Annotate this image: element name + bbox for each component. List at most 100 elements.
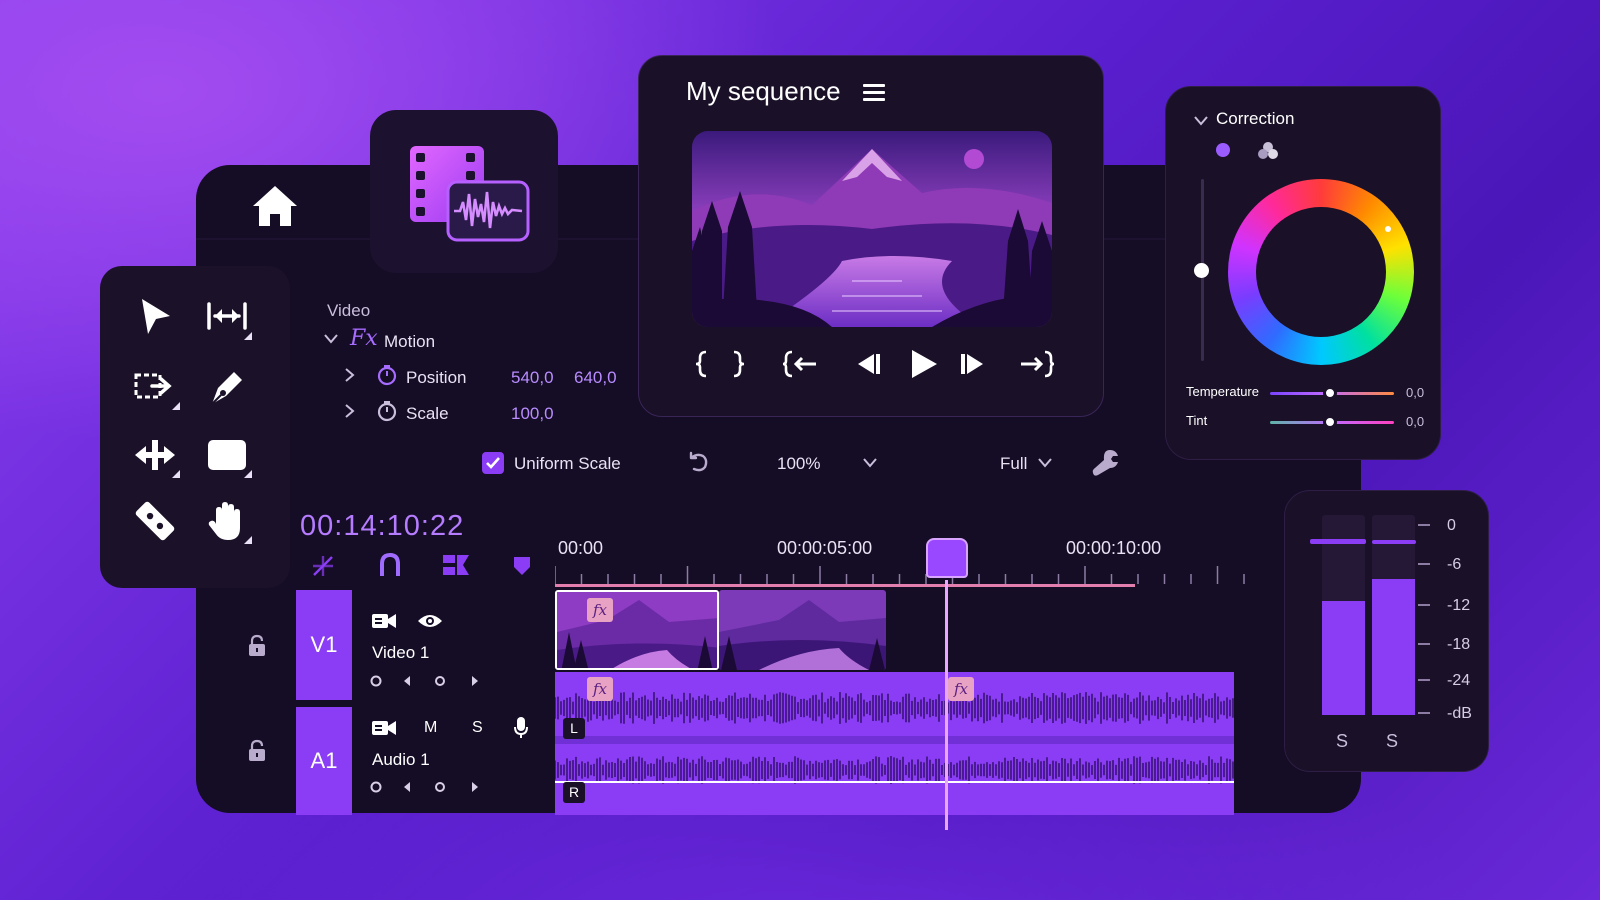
color-wheel-handle[interactable] xyxy=(1385,226,1391,232)
chevron-down-icon[interactable] xyxy=(1193,115,1209,127)
uniform-scale-label: Uniform Scale xyxy=(514,454,621,473)
video-preview[interactable] xyxy=(692,131,1052,327)
three-wheels-icon[interactable] xyxy=(1257,141,1279,161)
step-forward-button[interactable] xyxy=(955,345,991,383)
meter-left-level xyxy=(1322,601,1365,715)
rectangle-tool[interactable] xyxy=(200,428,254,482)
video-clip[interactable] xyxy=(719,590,886,670)
meter-scale-ticks xyxy=(1418,524,1430,714)
luma-slider-handle[interactable] xyxy=(1194,263,1209,278)
selection-tool[interactable] xyxy=(128,290,182,344)
work-area-bar[interactable] xyxy=(555,584,1135,587)
scale-value[interactable]: 100,0 xyxy=(511,404,554,424)
tint-handle[interactable] xyxy=(1322,415,1337,429)
clip-thumbnail xyxy=(719,590,886,670)
media-browser-tile[interactable] xyxy=(370,110,558,273)
razor-tool[interactable] xyxy=(128,494,182,548)
color-wheel[interactable] xyxy=(1228,179,1414,365)
ripple-edit-tool[interactable] xyxy=(200,290,254,344)
section-label: Video xyxy=(327,301,371,320)
play-button[interactable] xyxy=(903,345,943,383)
camera-icon[interactable] xyxy=(371,611,397,631)
stopwatch-icon[interactable] xyxy=(376,400,398,422)
position-x-value[interactable]: 540,0 xyxy=(511,368,554,388)
peak-hold-right xyxy=(1372,540,1416,544)
track-name: Video 1 xyxy=(372,643,430,662)
playhead-handle[interactable] xyxy=(926,538,968,578)
tint-label: Tint xyxy=(1186,413,1208,428)
mark-in-button[interactable] xyxy=(690,345,714,383)
zoom-select[interactable]: 100% xyxy=(777,454,820,474)
track-select-tool[interactable] xyxy=(128,360,182,414)
param-label: Position xyxy=(406,368,467,387)
chevron-down-icon[interactable] xyxy=(323,333,339,345)
chevron-right-icon[interactable] xyxy=(344,403,356,419)
channel-divider xyxy=(555,736,1234,744)
track-name: Audio 1 xyxy=(372,750,430,769)
keyframe-navigator[interactable] xyxy=(370,673,486,689)
uniform-scale-checkbox[interactable] xyxy=(482,452,504,474)
wrench-icon[interactable] xyxy=(1090,447,1120,477)
keyframe-navigator[interactable] xyxy=(370,779,486,795)
go-to-in-button[interactable] xyxy=(780,345,820,383)
mark-out-button[interactable] xyxy=(726,345,750,383)
add-marker-track-icon[interactable] xyxy=(441,552,471,578)
fx-badge[interactable]: fx xyxy=(587,677,613,701)
mark-out-icon xyxy=(733,350,745,378)
waveform-channel xyxy=(554,692,1234,724)
temperature-handle[interactable] xyxy=(1322,386,1337,400)
chevron-right-icon[interactable] xyxy=(344,367,356,383)
hand-tool[interactable] xyxy=(200,494,254,548)
lock-icon[interactable] xyxy=(247,634,267,658)
meter-scale-label: -dB xyxy=(1447,705,1472,722)
marker-icon[interactable] xyxy=(512,555,532,577)
position-y-value[interactable]: 640,0 xyxy=(574,368,617,388)
timecode-display[interactable]: 00:14:10:22 xyxy=(300,510,464,543)
param-label: Scale xyxy=(406,404,449,423)
step-back-button[interactable] xyxy=(850,345,886,383)
solo-button[interactable]: S xyxy=(472,719,483,737)
lock-icon[interactable] xyxy=(247,739,267,763)
arrow-icon xyxy=(142,299,170,334)
reset-icon[interactable] xyxy=(685,450,711,476)
meter-scale-label: -6 xyxy=(1447,556,1462,573)
single-wheel-icon[interactable] xyxy=(1216,143,1230,157)
slip-tool[interactable] xyxy=(128,428,182,482)
fx-badge[interactable]: fx xyxy=(948,677,974,701)
camera-icon[interactable] xyxy=(371,718,397,738)
mute-button[interactable]: M xyxy=(424,719,437,737)
chevron-down-icon[interactable] xyxy=(1037,457,1053,469)
quality-select[interactable]: Full xyxy=(1000,454,1027,474)
linked-selection-icon[interactable] xyxy=(377,552,403,578)
temperature-value[interactable]: 0,0 xyxy=(1406,385,1424,400)
solo-right-button[interactable]: S xyxy=(1386,731,1398,752)
landscape-frame xyxy=(692,131,1052,327)
track-v1-target[interactable]: V1 xyxy=(296,590,352,700)
check-icon xyxy=(486,457,500,469)
hamburger-icon[interactable] xyxy=(863,83,885,103)
audio-clip[interactable] xyxy=(554,672,1234,815)
effect-name: Motion xyxy=(384,332,436,351)
meter-scale-label: -18 xyxy=(1447,636,1471,653)
video-clip-selected[interactable] xyxy=(555,590,719,670)
go-to-out-icon xyxy=(1021,350,1055,378)
track-a1-target[interactable]: A1 xyxy=(296,707,352,815)
fx-badge[interactable]: fx xyxy=(587,598,613,622)
meter-scale-label: -12 xyxy=(1447,597,1471,614)
fx-badge: Fx xyxy=(350,326,378,351)
ruler-label: 00:00 xyxy=(558,538,604,558)
snap-icon[interactable] xyxy=(310,553,336,579)
pen-tool[interactable] xyxy=(200,360,254,414)
go-to-out-button[interactable] xyxy=(1017,345,1057,383)
chevron-down-icon[interactable] xyxy=(862,457,878,469)
home-icon[interactable] xyxy=(250,183,300,229)
eye-icon[interactable] xyxy=(416,612,444,630)
solo-left-button[interactable]: S xyxy=(1336,731,1348,752)
microphone-icon[interactable] xyxy=(513,716,529,740)
meter-right-level xyxy=(1372,579,1415,715)
playhead-line[interactable] xyxy=(945,580,948,830)
peak-hold-left xyxy=(1310,539,1366,544)
stopwatch-icon[interactable] xyxy=(376,364,398,386)
tint-value[interactable]: 0,0 xyxy=(1406,414,1424,429)
tools-panel xyxy=(100,266,290,588)
